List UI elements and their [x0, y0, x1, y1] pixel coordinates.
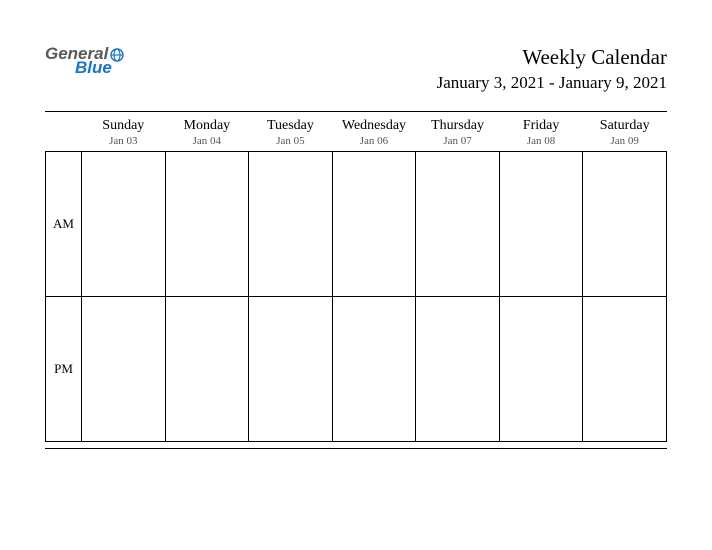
day-header: Sunday Jan 03: [82, 118, 166, 152]
day-header: Wednesday Jan 06: [332, 118, 416, 152]
page-header: General Blue Weekly Calendar January 3, …: [45, 45, 667, 93]
calendar-cell: [249, 297, 333, 442]
pm-row: PM: [46, 297, 667, 442]
calendar-cell: [249, 152, 333, 297]
logo-text-blue: Blue: [75, 59, 124, 76]
calendar-cell: [416, 297, 500, 442]
calendar-cell: [499, 152, 583, 297]
divider-bottom: [45, 448, 667, 449]
time-header-empty: [46, 118, 82, 152]
day-name: Saturday: [583, 118, 667, 134]
divider-top: [45, 111, 667, 112]
brand-logo: General Blue: [45, 45, 124, 76]
day-date: Jan 07: [416, 135, 500, 147]
calendar-cell: [332, 297, 416, 442]
title-block: Weekly Calendar January 3, 2021 - Januar…: [437, 45, 667, 93]
date-range: January 3, 2021 - January 9, 2021: [437, 73, 667, 93]
calendar-cell: [82, 297, 166, 442]
day-date: Jan 03: [82, 135, 166, 147]
day-header-row: Sunday Jan 03 Monday Jan 04 Tuesday Jan …: [46, 118, 667, 152]
day-date: Jan 09: [583, 135, 667, 147]
calendar-cell: [165, 297, 249, 442]
day-name: Tuesday: [249, 118, 333, 134]
calendar-cell: [583, 297, 667, 442]
day-date: Jan 06: [332, 135, 416, 147]
calendar-cell: [499, 297, 583, 442]
time-label-am: AM: [46, 152, 82, 297]
day-header: Friday Jan 08: [499, 118, 583, 152]
day-name: Monday: [165, 118, 249, 134]
page-title: Weekly Calendar: [437, 45, 667, 70]
day-header: Tuesday Jan 05: [249, 118, 333, 152]
day-name: Thursday: [416, 118, 500, 134]
day-header: Saturday Jan 09: [583, 118, 667, 152]
calendar-cell: [416, 152, 500, 297]
day-date: Jan 08: [499, 135, 583, 147]
day-date: Jan 04: [165, 135, 249, 147]
time-label-pm: PM: [46, 297, 82, 442]
day-name: Sunday: [82, 118, 166, 134]
calendar-cell: [82, 152, 166, 297]
day-header: Thursday Jan 07: [416, 118, 500, 152]
day-date: Jan 05: [249, 135, 333, 147]
am-row: AM: [46, 152, 667, 297]
day-name: Wednesday: [332, 118, 416, 134]
day-name: Friday: [499, 118, 583, 134]
day-header: Monday Jan 04: [165, 118, 249, 152]
calendar-table: Sunday Jan 03 Monday Jan 04 Tuesday Jan …: [45, 118, 667, 442]
calendar-cell: [165, 152, 249, 297]
calendar-cell: [583, 152, 667, 297]
calendar-cell: [332, 152, 416, 297]
